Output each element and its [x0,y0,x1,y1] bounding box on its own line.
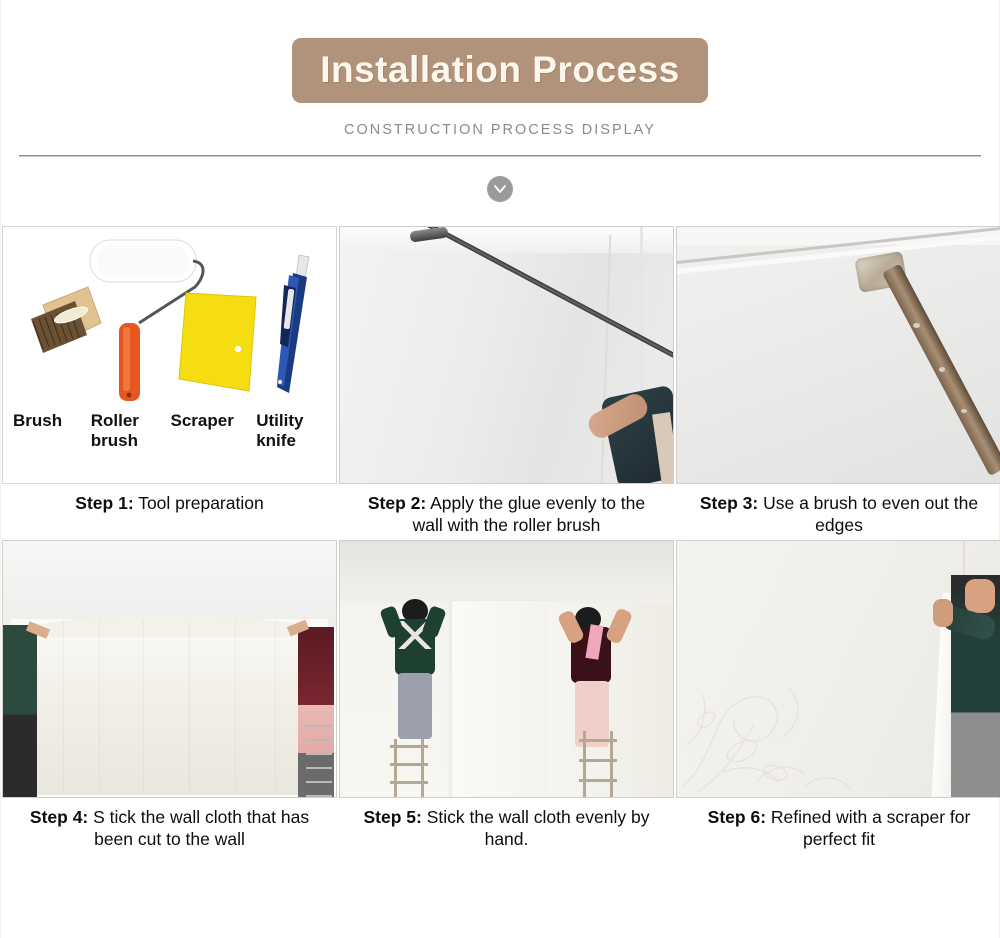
cloth-fold [235,621,236,791]
steps-grid: Brush Roller brush Scraper Utility knife [1,226,1000,854]
tool-label-utility-knife-line1: Utility [256,411,304,430]
step-1-number: Step 1: [75,493,134,513]
scraper-icon [178,292,257,392]
step-1-caption: Step 1: Tool preparation [2,484,337,540]
worker-hand-with-scraper [933,599,953,627]
step-4-image-frame [2,540,337,798]
chevron-down-icon[interactable] [487,176,513,202]
step-1-image-frame: Brush Roller brush Scraper Utility knife [2,226,337,484]
tool-label-brush-text: Brush [13,411,63,430]
step-2-number: Step 2: [367,493,427,513]
step-card-6: Step 6: Refined with a scraper for perfe… [676,540,1000,854]
tool-label-roller-brush-line1: Roller [90,411,139,430]
cloth-fold [99,621,100,791]
scraper-refining-photo [677,541,1000,797]
ladder-right[interactable] [579,731,617,797]
installation-process-page: Installation Process CONSTRUCTION PROCES… [0,0,1000,938]
step-card-1: Brush Roller brush Scraper Utility knife [2,226,337,540]
step-card-4: Step 4: S tick the wall cloth that has b… [2,540,337,854]
header-divider-wrap [1,155,999,157]
installation-tools-photo: Brush Roller brush Scraper Utility knife [3,227,336,483]
worker-left [3,625,37,797]
step-3-number: Step 3: [699,493,759,513]
hanging-wall-cloth-photo [3,541,336,797]
step-6-image-frame [676,540,1000,798]
tool-label-utility-knife-line2: knife [256,431,296,451]
step-3-text: Use a brush to even out the edges [763,493,979,536]
wire-brush-icon [31,286,102,353]
step-1-text: Tool preparation [138,493,264,513]
step-card-3: Step 3: Use a brush to even out the edge… [676,226,1000,540]
step-5-number: Step 5: [363,807,422,827]
tool-label-roller-brush-line2: brush [90,431,138,451]
page-title: Installation Process [292,38,708,103]
tool-label-scraper-text: Scraper [170,411,234,430]
step-2-image-frame [339,226,674,484]
tool-label-roller-brush: Roller brush [91,411,171,452]
page-header: Installation Process CONSTRUCTION PROCES… [1,0,999,138]
header-divider [19,155,981,157]
step-5-caption: Step 5: Stick the wall cloth evenly by h… [339,798,674,854]
tools-illustration [31,239,310,401]
step-4-caption: Step 4: S tick the wall cloth that has b… [2,798,337,854]
cloth-panel-center [452,601,560,797]
step-4-number: Step 4: [29,807,89,827]
tool-label-utility-knife: Utility knife [256,411,326,452]
cloth-fold [275,621,276,791]
brush-evening-edges-photo [677,227,1000,483]
roller-applying-glue-photo [340,227,673,483]
step-3-image-frame [676,226,1000,484]
handle-highlight-2 [939,367,945,372]
step-3-caption: Step 3: Use a brush to even out the edge… [676,484,1000,540]
step-4-text: S tick the wall cloth that has been cut … [93,807,310,850]
tool-label-scraper: Scraper [171,411,257,452]
step-2-caption: Step 2: Apply the glue evenly to the wal… [339,484,674,540]
tool-label-brush: Brush [13,411,91,452]
step-5-image-frame [339,540,674,798]
handle-highlight-3 [961,409,967,413]
workers-on-ladders-photo [340,541,673,797]
scroll-hint [1,176,999,214]
handle-highlight-1 [913,323,920,328]
ladder [306,725,332,797]
step-card-2: Step 2: Apply the glue evenly to the wal… [339,226,674,540]
worker-left-legs [398,673,432,739]
step-card-5: Step 5: Stick the wall cloth evenly by h… [339,540,674,854]
tool-label-row: Brush Roller brush Scraper Utility knife [3,411,336,452]
ladder-left[interactable] [390,739,428,797]
page-subtitle: CONSTRUCTION PROCESS DISPLAY [344,122,656,138]
ceiling-surface [340,227,673,253]
cloth-fold [189,621,190,791]
cloth-fold [143,621,144,791]
utility-knife-icon [277,254,310,393]
step-5-text: Stick the wall cloth evenly by hand. [426,807,650,850]
ceiling-surface [340,541,673,603]
step-6-text: Refined with a scraper for perfect fit [770,807,971,850]
wall-cloth [11,619,328,795]
worker-face [965,579,995,613]
step-2-text: Apply the glue evenly to the wall with t… [412,493,646,536]
step-6-caption: Step 6: Refined with a scraper for perfe… [676,798,1000,854]
step-6-number: Step 6: [707,807,767,827]
cloth-fold [63,621,64,791]
